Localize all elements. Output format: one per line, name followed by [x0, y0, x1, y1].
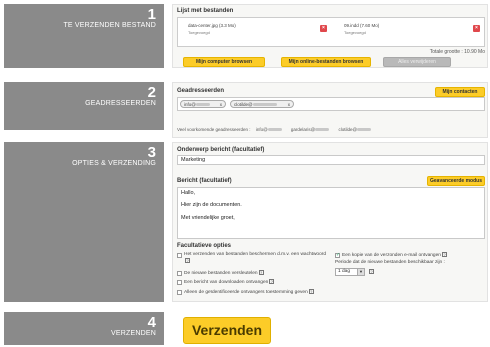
message-line: Hallo, [181, 190, 196, 196]
step-number: 1 [147, 6, 156, 23]
step-label: OPTIES & VERZENDING [72, 160, 156, 167]
remove-tag-icon[interactable]: x [288, 101, 290, 108]
step-number: 2 [147, 84, 156, 101]
password-checkbox[interactable] [177, 253, 182, 258]
previous-recipients: Veel voorkomende geadresseerden : info@ … [177, 127, 372, 132]
period-select[interactable]: 1 dag ▼ [335, 268, 365, 276]
total-size: Totale grootte : 10.90 Mo [429, 49, 485, 55]
step-2-panel: 2 GEADRESSEERDEN [4, 82, 164, 130]
dropdown-arrow-icon: ▼ [357, 269, 364, 275]
file-list: data-center.jpg (3.3 Mo) Toegevoegd × 09… [177, 17, 485, 47]
browse-online-button[interactable]: Mijn online-bestanden browsen [281, 57, 371, 67]
step-4-panel: 4 VERZENDEN [4, 312, 164, 345]
previous-recipient-link[interactable]: clotilde@ [339, 127, 372, 132]
help-icon[interactable]: ? [369, 269, 374, 274]
recipients-input[interactable]: info@ x clotilde@ x [177, 97, 485, 111]
message-label: Bericht (facultatief) [177, 178, 232, 184]
file-name: 09.indd [344, 23, 359, 28]
help-icon[interactable]: ? [185, 258, 190, 263]
identified-only-label: Alleen de geïdentificeerde ontvangers to… [184, 289, 314, 295]
help-icon[interactable]: ? [269, 279, 275, 284]
help-icon[interactable]: ? [308, 289, 314, 294]
file-size: (3.3 Mo) [219, 23, 236, 28]
remove-file-icon[interactable]: × [320, 25, 327, 32]
subject-value: Marketing [181, 157, 206, 163]
subject-label: Onderwerp bericht (facultatief) [177, 147, 265, 153]
message-textarea[interactable]: Hallo, Hier zijn de documenten. Met vrie… [177, 187, 485, 239]
recipients-panel: Geadresseerden Mijn contacten info@ x cl… [172, 82, 488, 138]
period-value: 1 dag [338, 269, 351, 274]
subject-field[interactable]: Marketing [177, 155, 485, 165]
options-panel: Onderwerp bericht (facultatief) Marketin… [172, 142, 488, 302]
previous-recipient-link[interactable]: gardelaris@ [291, 127, 330, 132]
password-option-label: Het verzenden van bestanden beschermen d… [184, 252, 327, 263]
recipients-title: Geadresseerden [177, 88, 225, 94]
step-label: GEADRESSEERDEN [85, 100, 156, 107]
file-name: data-center.jpg [188, 23, 218, 28]
previous-label: Veel voorkomende geadresseerden : [177, 127, 251, 132]
message-line: Met vriendelijke groet, [181, 215, 235, 221]
file-status: Toegevoegd [344, 30, 366, 35]
download-notify-checkbox[interactable] [177, 280, 182, 285]
step-label: TE VERZENDEN BESTAND [63, 22, 156, 29]
remove-tag-icon[interactable]: x [220, 101, 222, 108]
delete-all-button[interactable]: Alles verwijderen [383, 57, 451, 67]
identified-only-checkbox[interactable] [177, 290, 182, 295]
files-panel: Lijst met bestanden data-center.jpg (3.3… [172, 4, 488, 68]
help-icon[interactable]: ? [258, 270, 264, 275]
advanced-mode-button[interactable]: Geavanceerde modus [427, 176, 485, 186]
copy-email-label: Een kopie van de verzonden e-mail ontvan… [342, 252, 447, 258]
message-line: Hier zijn de documenten. [181, 202, 242, 208]
file-size: (7.60 Mo) [360, 23, 380, 28]
remove-file-icon[interactable]: × [473, 25, 480, 32]
files-title: Lijst met bestanden [177, 8, 234, 14]
step-label: VERZENDEN [111, 330, 156, 337]
optional-title: Facultatieve opties [177, 243, 232, 249]
step-3-panel: 3 OPTIES & VERZENDING [4, 142, 164, 302]
previous-recipient-link[interactable]: info@ [256, 127, 282, 132]
copy-email-checkbox[interactable] [335, 252, 340, 258]
file-item: data-center.jpg (3.3 Mo) Toegevoegd [188, 23, 236, 35]
browse-computer-button[interactable]: Mijn computer browsen [183, 57, 265, 67]
step-number: 4 [147, 314, 156, 331]
help-icon[interactable]: ? [441, 252, 447, 257]
step-1-panel: 1 TE VERZENDEN BESTAND [4, 4, 164, 68]
period-label: Periode dat de nieuwe bestanden beschikb… [335, 260, 445, 265]
file-item: 09.indd (7.60 Mo) Toegevoegd [344, 23, 379, 35]
recipient-tag: info@ x [180, 100, 226, 108]
step-number: 3 [147, 144, 156, 161]
send-button[interactable]: Verzenden [183, 317, 271, 344]
my-contacts-button[interactable]: Mijn contacten [435, 87, 485, 97]
download-notify-label: Een bericht van downloaden ontvangen? [184, 279, 275, 285]
encrypt-option-label: De nieuwe bestanden versleutelen? [184, 270, 264, 276]
recipient-tag: clotilde@ x [230, 100, 294, 108]
encrypt-checkbox[interactable] [177, 271, 182, 276]
file-status: Toegevoegd [188, 30, 210, 35]
